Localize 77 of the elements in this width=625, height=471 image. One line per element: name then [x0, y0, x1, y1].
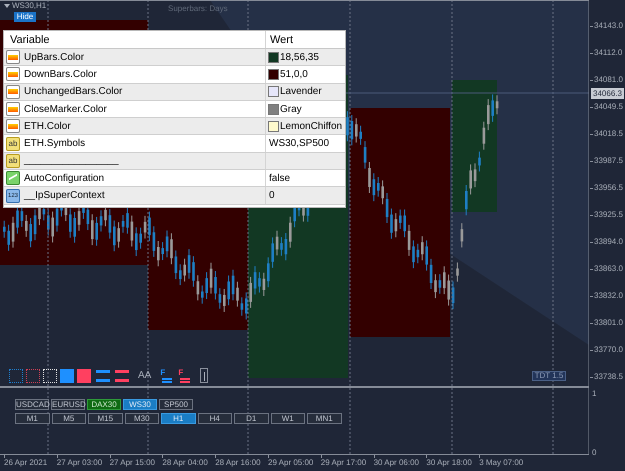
axis-label: 0 [592, 448, 596, 458]
collapse-icon[interactable] [4, 4, 10, 8]
property-value[interactable]: Lavender [280, 85, 322, 98]
timeframe-button[interactable]: M5 [52, 413, 86, 424]
property-name: DownBars.Color [24, 68, 97, 81]
symbol-label: WS30,H1 [12, 1, 46, 11]
time-label: 30 Apr 06:00 [374, 458, 419, 468]
time-label: 29 Apr 17:00 [320, 458, 366, 468]
property-value[interactable]: false [269, 172, 290, 185]
price-label: 33894.0 [594, 237, 623, 247]
price-label: 34143.0 [594, 21, 623, 31]
time-label: 28 Apr 16:00 [215, 458, 261, 468]
hide-button[interactable]: Hide [14, 12, 36, 22]
property-name: ETH.Symbols [24, 137, 86, 150]
timeframe-button[interactable]: MN1 [307, 413, 342, 424]
column-header: Wert [269, 33, 294, 48]
symbol-button[interactable]: USDCAD [15, 399, 49, 410]
symbol-button[interactable]: EURUSD [51, 399, 85, 410]
property-value[interactable]: LemonChiffon [280, 120, 342, 133]
timeframe-button[interactable]: H4 [198, 413, 232, 424]
price-label: 33863.0 [594, 264, 623, 274]
time-label: 26 Apr 2021 [4, 458, 48, 468]
time-label: 28 Apr 04:00 [162, 458, 208, 468]
symbol-button[interactable]: SP500 [159, 399, 193, 410]
column-header: Variable [4, 31, 266, 48]
property-name: AutoConfiguration [24, 172, 104, 185]
indicator-badge: TDT 1.5 [532, 371, 566, 381]
text-property-icon: ab [6, 154, 20, 168]
property-value[interactable]: 51,0,0 [280, 68, 308, 81]
price-label: 34018.5 [594, 129, 623, 139]
price-label: 33925.5 [594, 210, 623, 220]
property-name: UnchangedBars.Color [24, 85, 122, 98]
property-value[interactable]: 18,56,35 [280, 50, 319, 64]
timeframe-button[interactable]: M15 [88, 413, 122, 424]
dotted-square-icon[interactable] [26, 368, 40, 382]
price-label: 33738.5 [594, 372, 623, 382]
property-name: ETH.Color [24, 120, 71, 133]
timeframe-button[interactable]: D1 [234, 413, 268, 424]
double-line-icon[interactable] [96, 370, 110, 382]
timeframe-button[interactable]: M30 [124, 413, 159, 424]
price-label: 33770.0 [594, 345, 623, 355]
filled-square-icon[interactable] [77, 368, 91, 382]
price-label: 33956.5 [594, 183, 623, 193]
text-property-icon: ab [6, 136, 20, 151]
time-label: 27 Apr 15:00 [110, 458, 155, 468]
indicator-title: Superbars: Days [168, 4, 228, 14]
time-label: 30 Apr 18:00 [426, 458, 472, 468]
timeframe-button[interactable]: H1 [161, 413, 196, 424]
property-name: __IpSuperContext [24, 189, 105, 202]
dotted-square-icon[interactable] [9, 368, 23, 382]
font-arrow-button[interactable]: F [160, 368, 174, 382]
time-label: 29 Apr 05:00 [268, 458, 314, 468]
time-label: 27 Apr 03:00 [56, 458, 102, 468]
property-name: UpBars.Color [24, 50, 84, 64]
price-label: 34112.0 [594, 48, 622, 58]
timeframe-button[interactable]: M1 [15, 413, 50, 424]
axis-label: 1 [592, 389, 596, 399]
double-line-icon[interactable] [115, 370, 129, 382]
price-label: 33987.5 [594, 156, 623, 166]
property-name: _________________ [24, 154, 119, 168]
symbol-button[interactable]: DAX30 [87, 399, 121, 410]
property-name: CloseMarker.Color [24, 102, 107, 116]
timeframe-button[interactable]: W1 [270, 413, 305, 424]
price-label: 34049.5 [594, 102, 623, 112]
symbol-button[interactable]: WS30 [123, 399, 157, 410]
color-property-icon [6, 50, 20, 64]
property-value[interactable]: Gray [280, 102, 302, 116]
property-value[interactable]: 0 [269, 189, 275, 202]
price-label: 33801.0 [594, 318, 623, 328]
property-value[interactable]: WS30,SP500 [269, 137, 330, 150]
price-label: 33832.0 [594, 291, 623, 301]
price-label: 34081.0 [594, 75, 623, 85]
font-size-button[interactable]: AA [138, 370, 152, 382]
font-arrow-button[interactable]: F [178, 368, 192, 382]
time-label: 3 May 07:00 [479, 458, 524, 468]
filled-square-icon[interactable] [60, 368, 74, 382]
current-price-label: 34066.3 [591, 88, 624, 99]
